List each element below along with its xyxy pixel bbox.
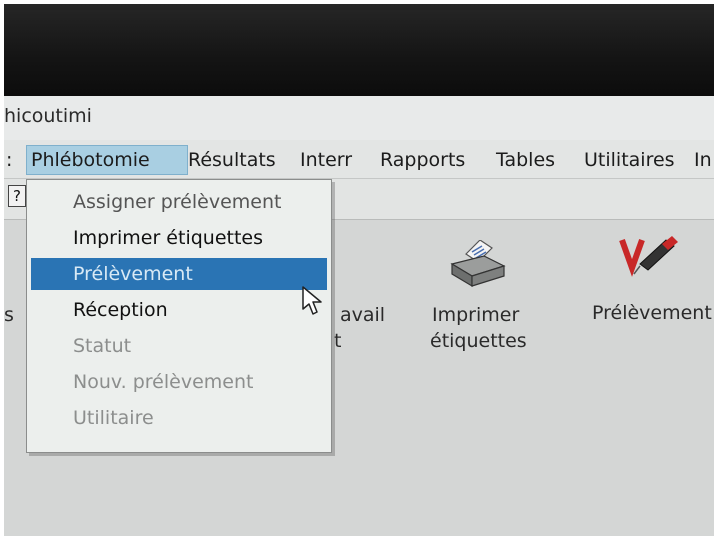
menu-item-imprimer-etiquettes[interactable]: Imprimer étiquettes	[27, 222, 327, 254]
menu-item-label: Prélèvement	[73, 263, 193, 285]
title-bar: hicoutimi	[4, 96, 714, 140]
menu-tables[interactable]: Tables	[492, 146, 559, 174]
app-window: hicoutimi : Phlébotomie Résultats Interr…	[4, 96, 714, 536]
menu-fragment-left: :	[6, 149, 13, 171]
menu-resultats[interactable]: Résultats	[184, 146, 280, 174]
menu-phlebotomie[interactable]: Phlébotomie	[26, 145, 188, 175]
tile-print-labels-line1[interactable]: Imprimer	[432, 302, 519, 328]
menu-item-label: Statut	[73, 335, 132, 357]
menu-item-label: Assigner prélèvement	[73, 191, 282, 213]
menu-item-prelevement[interactable]: Prélèvement	[31, 258, 327, 290]
tile-partial-line1[interactable]: avail	[340, 302, 385, 328]
menu-interr[interactable]: Interr	[296, 146, 356, 174]
menu-item-label: Imprimer étiquettes	[73, 227, 264, 249]
menu-item-assigner-prelevement[interactable]: Assigner prélèvement	[27, 186, 327, 218]
menu-item-statut[interactable]: Statut	[27, 330, 327, 362]
tile-partial-line2[interactable]: t	[334, 328, 341, 354]
menu-in-truncated[interactable]: In	[690, 146, 714, 174]
menu-item-nouv-prelevement[interactable]: Nouv. prélèvement	[27, 366, 327, 398]
help-button[interactable]: ?	[8, 185, 26, 207]
phlebotomie-dropdown: Assigner prélèvement Imprimer étiquettes…	[26, 179, 332, 453]
photo-frame: hicoutimi : Phlébotomie Résultats Interr…	[4, 4, 714, 536]
printer-icon[interactable]	[448, 239, 508, 292]
monitor-bezel	[4, 4, 714, 96]
menu-item-label: Utilitaire	[73, 407, 154, 429]
menu-item-label: Nouv. prélèvement	[73, 371, 254, 393]
menu-item-reception[interactable]: Réception	[27, 294, 327, 326]
tile-collection-label[interactable]: Prélèvement	[592, 300, 712, 326]
menu-rapports[interactable]: Rapports	[376, 146, 469, 174]
menu-item-label: Réception	[73, 299, 168, 321]
menu-utilitaires[interactable]: Utilitaires	[580, 146, 679, 174]
tile-fragment-left: s	[4, 304, 14, 326]
window-title: hicoutimi	[4, 105, 92, 127]
mouse-pointer-icon	[302, 286, 324, 320]
blood-collection-icon[interactable]	[616, 234, 680, 282]
tile-print-labels-line2[interactable]: étiquettes	[430, 328, 527, 354]
menu-item-utilitaire[interactable]: Utilitaire	[27, 402, 327, 434]
menu-bar: : Phlébotomie Résultats Interr Rapports …	[4, 140, 714, 179]
